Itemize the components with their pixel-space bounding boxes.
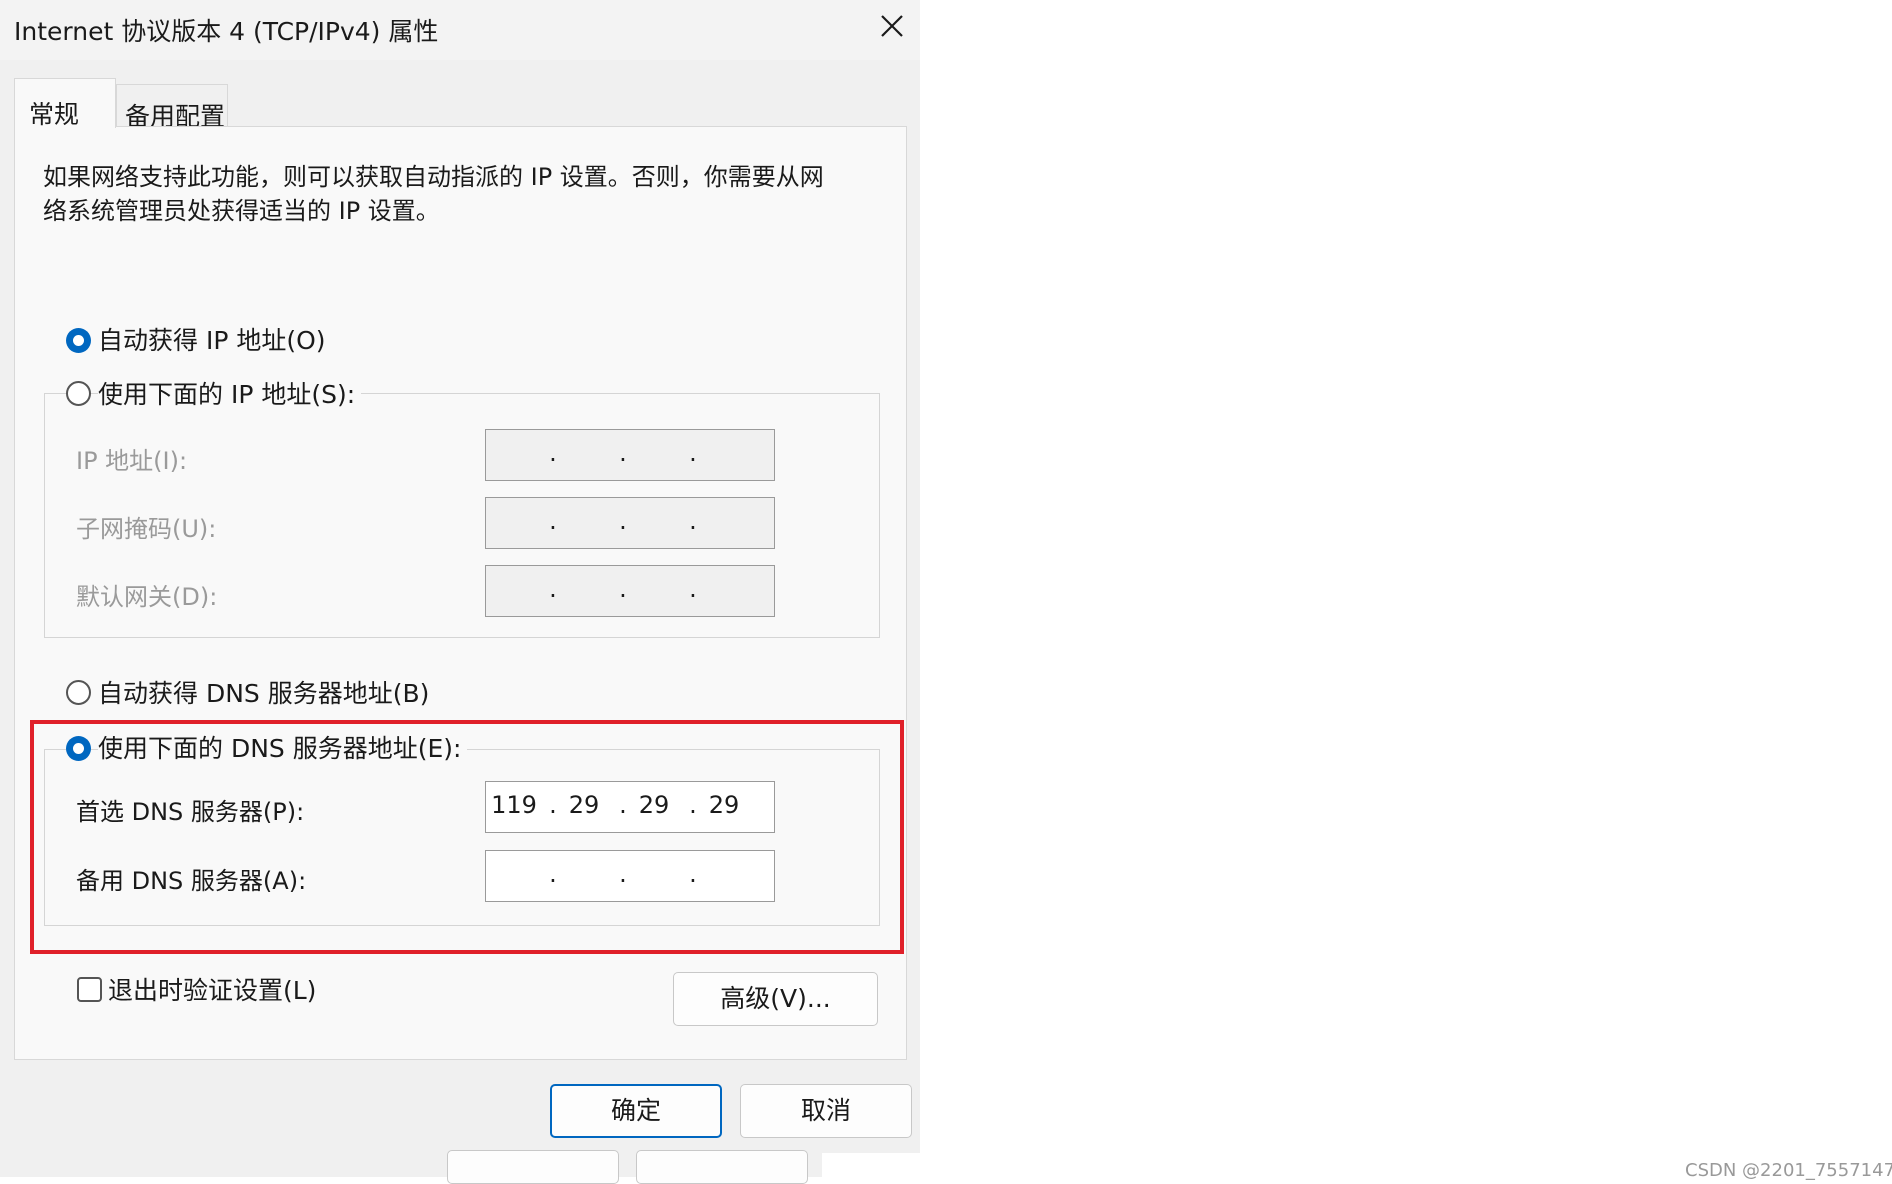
manual-ip-label: 使用下面的 IP 地址(S): [98,375,362,411]
radio-auto-dns[interactable] [66,680,91,705]
manual-dns-label: 使用下面的 DNS 服务器地址(E): [98,729,468,765]
preferred-dns-label: 首选 DNS 服务器(P): [76,798,305,826]
default-gateway-label: 默认网关(D): [76,583,218,611]
description-line-1: 如果网络支持此功能，则可以获取自动指派的 IP 设置。否则，你需要从网 [43,163,824,191]
subnet-mask-input[interactable]: . . . [485,497,775,549]
watermark: CSDN @2201_75571478 [1685,1160,1892,1181]
radio-manual-ip[interactable] [66,381,91,406]
tab-alternate-config[interactable]: 备用配置 [116,84,228,131]
close-button[interactable] [870,6,914,50]
partial-button-left [447,1150,619,1184]
alternate-dns-input[interactable]: . . . [485,850,775,902]
ok-button[interactable]: 确定 [550,1084,722,1138]
ip-address-label: IP 地址(I): [76,447,188,475]
tab-general[interactable]: 常规 [14,78,116,129]
partial-button-right [636,1150,808,1184]
validate-checkbox[interactable] [77,977,102,1002]
auto-ip-label: 自动获得 IP 地址(O) [98,321,332,357]
radio-auto-ip[interactable] [66,328,91,353]
cancel-button[interactable]: 取消 [740,1084,912,1138]
ip-address-input[interactable]: . . . [485,429,775,481]
close-icon [881,15,903,37]
dialog-window: Internet 协议版本 4 (TCP/IPv4) 属性 常规 备用配置 如果… [0,0,920,1153]
validate-label: 退出时验证设置(L) [108,971,323,1007]
preferred-dns-input[interactable]: 119. 29. 29. 29 [485,781,775,833]
window-title: Internet 协议版本 4 (TCP/IPv4) 属性 [14,17,439,46]
subnet-mask-label: 子网掩码(U): [76,515,217,543]
description-line-2: 络系统管理员处获得适当的 IP 设置。 [43,197,440,225]
radio-manual-dns[interactable] [66,736,91,761]
advanced-button[interactable]: 高级(V)... [673,972,878,1026]
default-gateway-input[interactable]: . . . [485,565,775,617]
title-bar: Internet 协议版本 4 (TCP/IPv4) 属性 [0,0,920,60]
alternate-dns-label: 备用 DNS 服务器(A): [76,867,307,895]
auto-dns-label: 自动获得 DNS 服务器地址(B) [98,674,436,710]
